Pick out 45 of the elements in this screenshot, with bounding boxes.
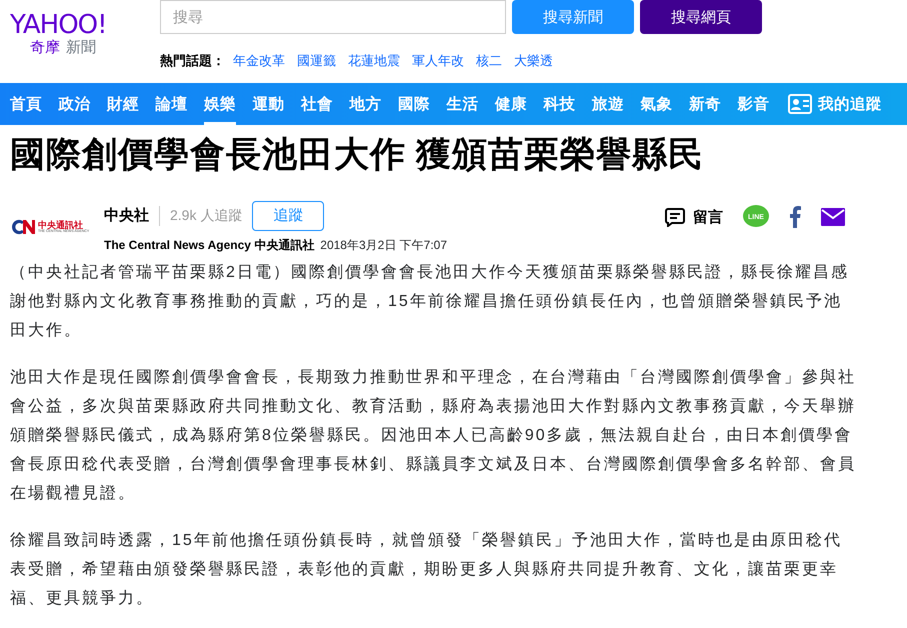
article-paragraph: 徐耀昌致詞時透露，15年前他擔任頭份鎮長時，就曾頒發「榮譽鎮民」予池田大作，當時也是由原田稔代表受贈，希望藉由頒發榮譽縣民證，表彰他的貢獻，期盼更多人與縣府共同提升教育、文化，讓苗栗更幸福、更具競爭力。 <box>10 530 843 609</box>
logo-text[interactable]: YAHOO! <box>10 12 160 38</box>
nav-tab[interactable]: 運動 <box>252 83 284 125</box>
hot-topic-link[interactable]: 核二 <box>476 52 502 70</box>
nav-tab[interactable]: 論壇 <box>156 83 188 125</box>
publish-date: 2018年3月2日 下午7:07 <box>320 236 447 254</box>
nav-tab[interactable]: 財經 <box>107 83 139 125</box>
facebook-icon[interactable] <box>789 206 801 228</box>
search-field[interactable]: 搜尋 <box>160 0 506 34</box>
comment-button[interactable]: 留言 <box>665 207 723 227</box>
nav-tab[interactable]: 娛樂 <box>204 83 236 125</box>
hot-topic-link[interactable]: 大樂透 <box>514 52 553 70</box>
comment-icon <box>665 207 685 227</box>
logo-subtitle: 奇摩 <box>29 38 60 57</box>
my-follow-link[interactable]: 我的追蹤 <box>788 83 882 125</box>
nav-tab[interactable]: 旅遊 <box>592 83 624 125</box>
nav-tab[interactable]: 生活 <box>446 83 478 125</box>
publisher-name[interactable]: 中央社 <box>104 206 149 225</box>
hot-topic-link[interactable]: 花蓮地震 <box>348 52 400 70</box>
nav-tab[interactable]: 新奇 <box>689 83 721 125</box>
cna-icon <box>10 218 36 236</box>
hot-topics-label: 熱門話題： <box>160 52 225 70</box>
hot-topic-link[interactable]: 軍人年改 <box>412 52 464 70</box>
search-button[interactable]: 搜尋新聞 <box>512 0 634 34</box>
section-name: 新聞 <box>66 38 96 57</box>
nav-tab[interactable]: 科技 <box>544 83 576 125</box>
nav-tab[interactable]: 健康 <box>495 83 527 125</box>
nav-tab[interactable]: 社會 <box>301 83 333 125</box>
nav-tab[interactable]: 影音 <box>738 83 770 125</box>
nav-tab[interactable]: 首頁 <box>10 83 42 125</box>
search-button[interactable]: 搜尋網頁 <box>640 0 762 34</box>
nav-tab[interactable]: 國際 <box>398 83 430 125</box>
profile-card-icon <box>788 94 812 114</box>
follow-button[interactable]: 追蹤 <box>252 200 324 230</box>
nav-tab[interactable]: 政治 <box>58 83 90 125</box>
publisher-full-name: The Central News Agency 中央通訊社 <box>104 236 314 254</box>
nav-tab[interactable]: 氣象 <box>640 83 672 125</box>
mail-icon[interactable] <box>821 208 845 226</box>
article-paragraph: （中央社記者管瑞平苗栗縣2日電）國際創價學會會長池田大作今天獲頒苗栗縣榮譽縣民證，縣長徐耀昌感謝他對縣內文化教育事務推動的貢獻，巧的是，15年前徐耀昌擔任頭份鎮長任內，也曾頒贈榮譽鎮民予池田大作。 <box>10 262 850 341</box>
nav-tab[interactable]: 地方 <box>350 83 382 125</box>
hot-topic-link[interactable]: 國運籤 <box>297 52 336 70</box>
follower-count: 2.9k 人追蹤 <box>170 206 242 224</box>
hot-topic-link[interactable]: 年金改革 <box>233 52 285 70</box>
article-title: 國際創價學會長池田大作 獲頒苗栗榮譽縣民 <box>9 134 705 176</box>
article-paragraph: 池田大作是現任國際創價學會會長，長期致力推動世界和平理念，在台灣藉由「台灣國際創價學會」參與社會公益，多次與苗栗縣政府共同推動文化、教育活動，縣府為表揚池田大作對縣內文教事務貢獻，今天舉辦頒贈榮譽縣民儀式，成為縣府第8位榮譽縣民。因池田本人已高齡90多歲，無法親自赴台，由日本創價學會會長原田稔代表受贈，台灣創價學會理事長林釗、縣議員李文斌及日本、台灣國際創價學會多名幹部、會員在場觀禮見證。 <box>10 368 857 504</box>
